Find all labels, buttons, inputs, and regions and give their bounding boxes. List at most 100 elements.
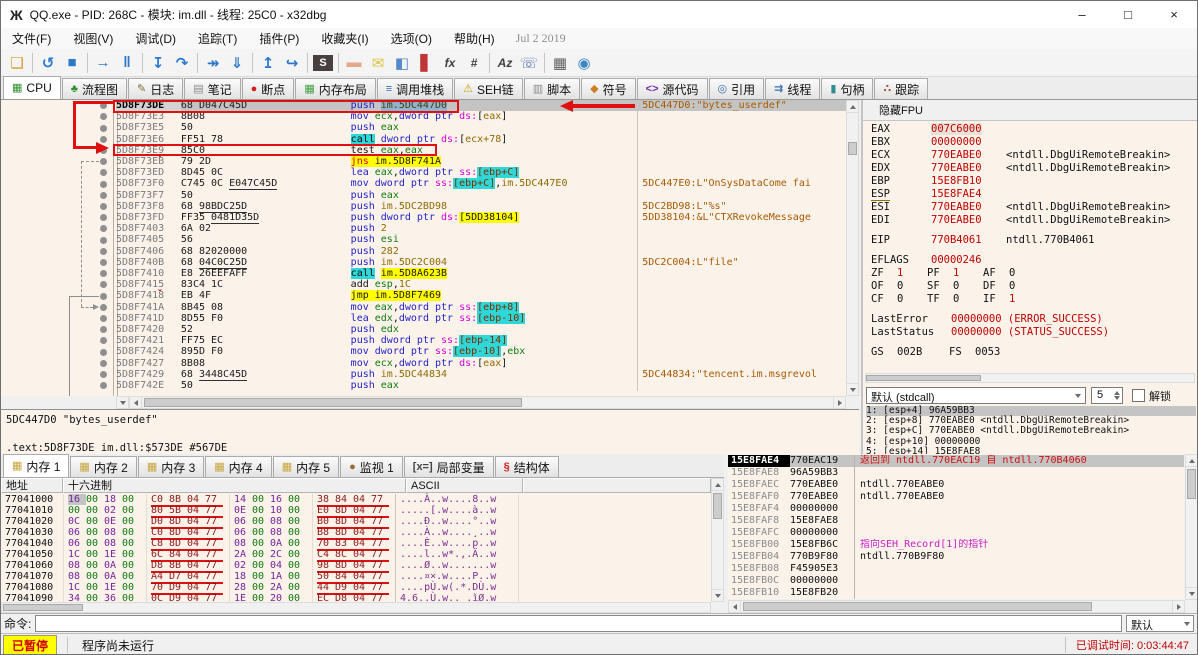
memory-vscrollbar[interactable] — [711, 478, 724, 602]
scroll-thumb[interactable] — [144, 398, 522, 407]
run-to-user-code-button[interactable]: ↪ — [280, 52, 304, 74]
memory-dump-pane[interactable]: 地址 十六进制 ASCII 77041000 16 00 18 00 C0 8B 04 77 14… — [1, 478, 711, 602]
functions-button[interactable]: fx — [438, 52, 462, 74]
scroll-down-arrow[interactable] — [846, 383, 859, 396]
breakpoint-dot[interactable] — [100, 337, 107, 345]
step-into-button[interactable]: ↧ — [146, 52, 170, 74]
stack-row[interactable]: 15E8FAEC 770EABE0 ntdll.770EABE0 — [728, 479, 1184, 491]
disasm-row[interactable]: 5D8F7403 6A 02 push 2 — [116, 223, 846, 235]
disasm-row[interactable]: 5D8F7429 68 3448C45D push im.5DC44834 5DC44… — [116, 368, 846, 381]
comments-button[interactable]: ✉ — [366, 52, 390, 74]
disasm-row[interactable]: 5D8F7415 83C4 1C add esp,1C — [116, 279, 846, 291]
memory-row[interactable]: 77041020 0C 00 0E 00 D0 8D 04 77 06 00 08 00 B0 8D 04 77… — [1, 516, 711, 529]
scroll-thumb[interactable] — [3, 604, 83, 611]
dock-tab-结构体[interactable]: § 结构体 — [494, 456, 559, 477]
breakpoint-dot[interactable] — [100, 113, 107, 121]
memory-row[interactable]: 77041010 00 00 02 00 80 5B 04 77 0E 00 10 00 E0 8D 04 77… — [1, 505, 711, 518]
scroll-thumb[interactable] — [848, 142, 857, 155]
disasm-row[interactable]: 5D8F73F0 C745 0C E047C45D mov dword ptr ss… — [116, 178, 846, 191]
argument-depth-spinner[interactable]: 5 — [1091, 387, 1123, 404]
breakpoint-dot[interactable] — [100, 124, 107, 132]
disasm-row[interactable]: 5D8F7420 52 push edx — [116, 324, 846, 336]
menu-item-1[interactable]: 视图(V) — [62, 28, 124, 49]
tab-句柄[interactable]: ▮ 句柄 — [821, 78, 874, 99]
register-row[interactable]: EBP 15E8FB10 — [871, 175, 1197, 188]
breakpoint-dot[interactable] — [100, 348, 107, 356]
dock-tab-内存 5[interactable]: ▦ 内存 5 — [272, 456, 340, 477]
dock-tab-内存 4[interactable]: ▦ 内存 4 — [205, 456, 272, 477]
command-input[interactable] — [35, 615, 1122, 632]
unlock-checkbox[interactable] — [1132, 389, 1145, 402]
scroll-up-arrow[interactable] — [846, 100, 859, 113]
stack-vscrollbar[interactable] — [1185, 454, 1197, 600]
breakpoint-dot[interactable] — [100, 270, 107, 278]
menu-item-3[interactable]: 追踪(T) — [187, 28, 248, 49]
disasm-row[interactable]: 5D8F73F7 50 push eax — [116, 189, 846, 201]
register-row[interactable]: EAX 007C6000 — [871, 123, 1197, 136]
breakpoint-dot[interactable] — [100, 214, 107, 222]
disasm-row[interactable]: 5D8F741A 8B45 08 mov eax,dword ptr ss:[ebp… — [116, 301, 846, 313]
memory-row[interactable]: 77041070 08 00 0A 00 A4 D7 04 77 18 00 1A 00 50 84 04 77… — [1, 571, 711, 584]
strings-button[interactable]: Az — [493, 52, 517, 74]
dock-tab-局部变量[interactable]: [x=] 局部变量 — [403, 456, 494, 477]
menu-item-0[interactable]: 文件(F) — [1, 28, 62, 49]
register-row[interactable]: ECX 770EABE0 <ntdll.DbgUiRemoteBreakin> — [871, 149, 1197, 162]
scroll-up-arrow[interactable] — [711, 478, 724, 491]
restart-button[interactable]: ↺ — [36, 52, 60, 74]
disasm-row[interactable]: 5D8F7405 56 push esi — [116, 234, 846, 246]
tab-调用堆栈[interactable]: ≡ 调用堆栈 — [376, 78, 454, 99]
pause-button[interactable]: ‖ — [115, 52, 139, 74]
register-row[interactable]: EDX 770EABE0 <ntdll.DbgUiRemoteBreakin> — [871, 162, 1197, 175]
execute-till-return-button[interactable]: ↥ — [256, 52, 280, 74]
scroll-left-arrow[interactable] — [129, 396, 142, 409]
register-row[interactable]: EFLAGS 00000246 — [871, 254, 1197, 267]
memory-row[interactable]: 77041050 1C 00 1E 00 6C 84 04 77 2A 00 2C 00 C4 8C 04 77… — [1, 549, 711, 562]
disasm-row[interactable]: 5D8F73EB ˇ 79 2D jns im.5D8F741A — [116, 155, 846, 168]
patches-button[interactable]: ▬ — [342, 52, 366, 74]
tab-源代码[interactable]: <> 源代码 — [636, 78, 708, 99]
stack-row[interactable]: 15E8FB08 F45905E3 — [728, 563, 1184, 575]
tab-线程[interactable]: ⇉ 线程 — [765, 78, 821, 99]
hash-button[interactable]: # — [462, 52, 486, 74]
disasm-row[interactable]: 5D8F73E5 50 push eax — [116, 122, 846, 134]
register-row[interactable]: LastStatus 00000000 (STATUS_SUCCESS) — [871, 326, 1197, 339]
scroll-right-arrow[interactable] — [833, 396, 846, 409]
tab-脚本[interactable]: ▥ 脚本 — [523, 78, 581, 99]
dock-tab-内存 3[interactable]: ▦ 内存 3 — [137, 456, 205, 477]
run-button[interactable]: → — [91, 52, 115, 74]
trace-over-button[interactable]: ⇓ — [225, 52, 249, 74]
memory-hscrollbar[interactable] — [1, 602, 711, 613]
breakpoint-dot[interactable] — [100, 371, 107, 378]
tab-日志[interactable]: ✎ 日志 — [127, 78, 184, 99]
stack-row[interactable]: 15E8FAFC 00000000 — [728, 527, 1184, 539]
memory-row[interactable]: 77041000 16 00 18 00 C0 8B 04 77 14 00 16 00 38 84 04 77… — [1, 494, 711, 507]
disasm-row[interactable]: 5D8F7418 ˇ EB 4F jmp im.5D8F7469 — [116, 289, 846, 302]
memory-row[interactable]: 77041090 34 00 36 00 0C D9 04 77 1E 00 20 00 EC D8 04 77… — [1, 593, 711, 602]
registers-hscrollbar[interactable] — [865, 373, 1195, 383]
stack-row[interactable]: 15E8FAF0 770EABE0 ntdll.770EABE0 — [728, 491, 1184, 503]
dock-tab-内存 2[interactable]: ▦ 内存 2 — [70, 456, 137, 477]
favourites-button[interactable]: ▋ — [414, 52, 438, 74]
disasm-row[interactable]: 5D8F7406 68 82020000 push 282 — [116, 245, 846, 257]
dock-tab-监视 1[interactable]: ● 监视 1 — [340, 456, 403, 477]
disasm-row[interactable]: 5D8F7427 8B08 mov ecx,dword ptr ds:[eax] — [116, 357, 846, 369]
register-row[interactable]: EDI 770EABE0 <ntdll.DbgUiRemoteBreakin> — [871, 214, 1197, 227]
breakpoint-dot[interactable] — [100, 382, 107, 390]
scroll-left-arrow[interactable] — [728, 600, 741, 613]
stack-row[interactable]: 15E8FAF8 15E8FAE8 — [728, 515, 1184, 527]
menu-item-5[interactable]: 收藏夹(I) — [310, 28, 379, 49]
scroll-right-arrow[interactable] — [1172, 600, 1185, 613]
scroll-down-arrow[interactable] — [1185, 587, 1197, 600]
stack-row[interactable]: 15E8FAF4 00000000 — [728, 503, 1184, 515]
stack-row[interactable]: 15E8FB10 15E8FB20 — [728, 587, 1184, 599]
register-row[interactable]: LastError 00000000 (ERROR_SUCCESS) — [871, 313, 1197, 326]
tab-CPU[interactable]: ▦ CPU — [3, 76, 61, 99]
disasm-vscrollbar[interactable] — [846, 100, 859, 396]
memory-row[interactable]: 77041030 06 00 08 00 C0 8D 04 77 06 00 08 00 B8 8D 04 77… — [1, 527, 711, 540]
tab-内存布局[interactable]: ▦ 内存布局 — [295, 78, 376, 99]
open-file-button[interactable]: ❏ — [5, 52, 29, 74]
tab-引用[interactable]: ◎ 引用 — [708, 78, 765, 99]
breakpoint-dot[interactable] — [100, 169, 107, 177]
tab-SEH链[interactable]: ⚠ SEH链 — [454, 78, 523, 99]
disasm-row[interactable]: 5D8F73FD FF35 0481D35D push dword ptr ds:[… — [116, 212, 846, 224]
